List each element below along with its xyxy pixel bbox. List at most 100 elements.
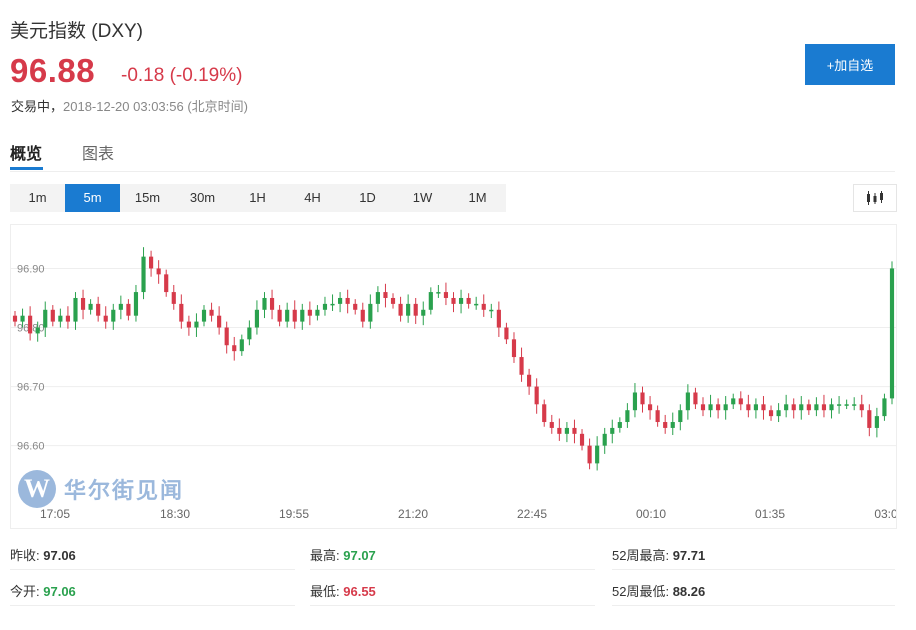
active-tab-indicator xyxy=(10,167,43,170)
candle-body xyxy=(35,327,40,334)
stat-value: 97.06 xyxy=(43,584,76,599)
watermark-logo: W xyxy=(18,470,56,508)
candle-body xyxy=(50,309,55,322)
candle-body xyxy=(398,303,403,316)
candle-body xyxy=(579,433,585,446)
candle-body xyxy=(390,297,396,304)
tab-overview[interactable]: 概览 xyxy=(10,140,42,164)
divider xyxy=(10,569,295,570)
candle-body xyxy=(844,404,849,406)
candle-body xyxy=(73,297,78,322)
period-4h-button[interactable]: 4H xyxy=(285,184,340,212)
candle-body xyxy=(269,297,275,310)
candle-body xyxy=(345,297,350,304)
x-tick-label: 17:05 xyxy=(40,507,70,521)
candle-body xyxy=(867,410,872,428)
candle-body xyxy=(534,386,539,405)
candle-body xyxy=(133,292,139,316)
divider xyxy=(10,605,295,606)
stat-label: 52周最低: xyxy=(612,584,670,599)
candle-body xyxy=(28,315,33,334)
candle-body xyxy=(874,416,879,428)
candle-body xyxy=(632,392,638,411)
candle-body xyxy=(300,309,305,322)
price-change: -0.18 (-0.19%) xyxy=(121,65,243,86)
period-1m-button[interactable]: 1M xyxy=(450,184,505,212)
candle-body xyxy=(421,309,426,316)
tab-chart[interactable]: 图表 xyxy=(82,140,114,164)
candle-body xyxy=(118,303,123,310)
candle-body xyxy=(194,321,199,328)
candle-body xyxy=(882,398,887,417)
stat-52w-low: 52周最低: 88.26 xyxy=(612,581,705,600)
candle-body xyxy=(587,445,592,464)
candle-body xyxy=(322,303,328,310)
candle-body xyxy=(186,321,191,328)
candle-body xyxy=(595,445,600,464)
candle-body xyxy=(103,315,108,322)
candle-body xyxy=(784,404,789,411)
candle-body xyxy=(504,327,509,340)
stat-label: 最高: xyxy=(310,548,340,563)
candle-body xyxy=(670,422,675,428)
candle-body xyxy=(285,309,290,322)
stat-value: 97.07 xyxy=(343,548,376,563)
trading-status-label: 交易中， xyxy=(11,99,64,114)
candle-body xyxy=(247,327,252,340)
candle-body xyxy=(806,404,811,411)
period-1m-button[interactable]: 1m xyxy=(10,184,65,212)
candle-body xyxy=(96,303,101,316)
x-tick-label: 18:30 xyxy=(160,507,190,521)
candle-body xyxy=(451,297,456,304)
candle-body xyxy=(549,422,554,428)
candle-body xyxy=(179,303,184,322)
candle-body xyxy=(723,404,728,411)
candle-body xyxy=(360,309,365,322)
candle-body xyxy=(557,427,562,434)
candle-body xyxy=(224,327,229,346)
watermark: W 华尔街见闻 xyxy=(18,470,184,508)
tab-divider xyxy=(10,171,895,172)
candle-body xyxy=(814,404,819,411)
x-tick-label: 01:35 xyxy=(755,507,785,521)
period-1w-button[interactable]: 1W xyxy=(395,184,450,212)
candle-body xyxy=(799,404,804,411)
candle-body xyxy=(254,309,260,328)
candle-body xyxy=(768,410,774,417)
candle-body xyxy=(466,297,471,304)
candle-body xyxy=(164,274,169,293)
stat-high: 最高: 97.07 xyxy=(310,545,376,564)
candle-body xyxy=(209,309,214,316)
candle-body xyxy=(511,339,517,358)
period-30m-button[interactable]: 30m xyxy=(175,184,230,212)
candle-body xyxy=(746,404,751,411)
candle-body xyxy=(572,427,577,434)
stat-low: 最低: 96.55 xyxy=(310,581,376,600)
candle-body xyxy=(201,309,207,322)
period-1h-button[interactable]: 1H xyxy=(230,184,285,212)
trading-status: 交易中，2018-12-20 03:03:56 (北京时间) xyxy=(11,96,248,115)
period-5m-button[interactable]: 5m xyxy=(65,184,120,212)
candle-body xyxy=(368,303,373,322)
candle-body xyxy=(474,303,479,306)
candle-body xyxy=(406,303,411,316)
candle-body xyxy=(519,357,524,375)
candle-body xyxy=(217,315,222,328)
candle-body xyxy=(262,297,267,310)
period-1d-button[interactable]: 1D xyxy=(340,184,395,212)
candle-body xyxy=(58,315,63,322)
candle-body xyxy=(156,268,161,275)
candle-body xyxy=(20,315,25,322)
candle-body xyxy=(80,297,86,310)
candlestick-toggle-button[interactable] xyxy=(853,184,897,212)
period-15m-button[interactable]: 15m xyxy=(120,184,175,212)
candle-body xyxy=(693,392,698,405)
add-to-watchlist-button[interactable]: +加自选 xyxy=(805,44,895,85)
current-price: 96.88 xyxy=(10,52,96,89)
candle-body xyxy=(859,404,864,411)
candle-body xyxy=(277,309,282,322)
x-tick-label: 00:10 xyxy=(636,507,666,521)
candle-body xyxy=(383,292,388,298)
candle-body xyxy=(738,398,743,405)
timestamp: 2018-12-20 03:03:56 (北京时间) xyxy=(63,99,248,114)
